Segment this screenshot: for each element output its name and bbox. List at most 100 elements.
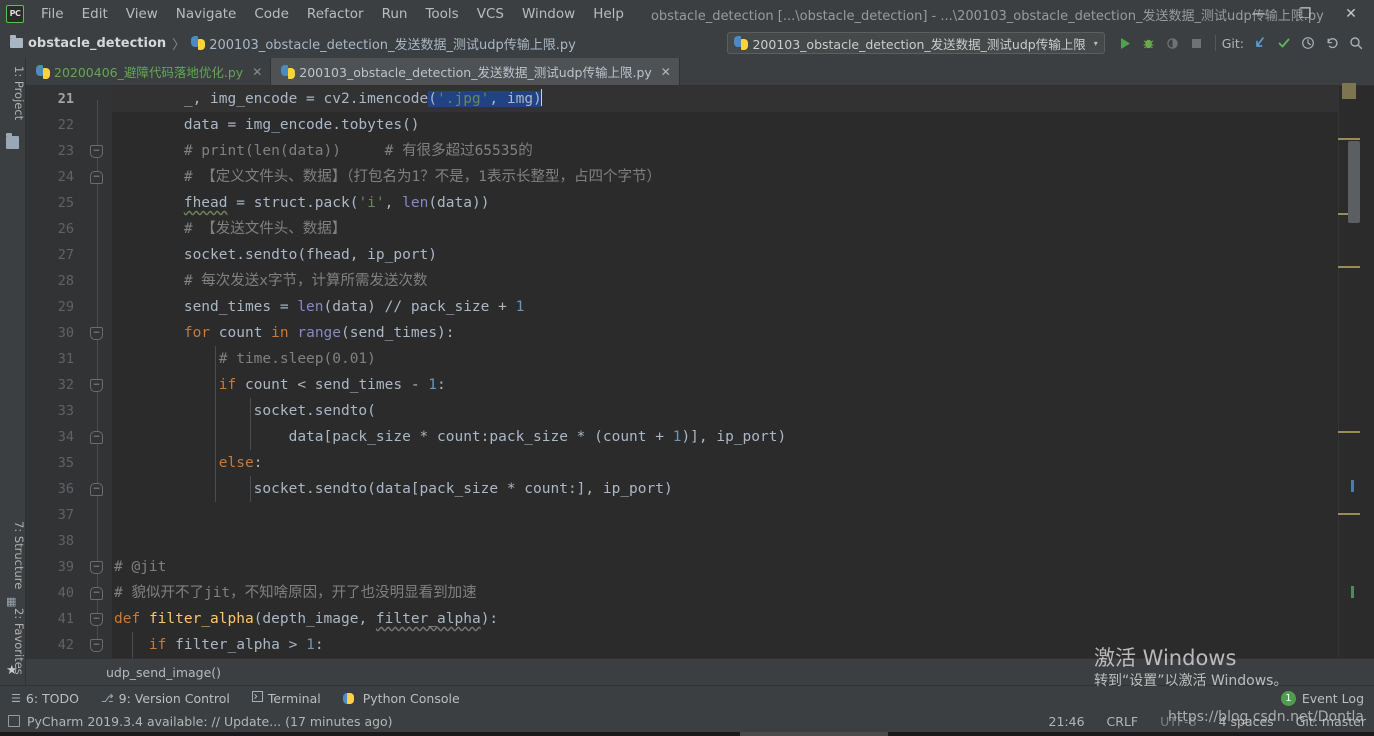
git-commit-icon[interactable] <box>1272 31 1296 55</box>
code-line-38[interactable] <box>112 528 1338 554</box>
fold-toggle-icon[interactable]: − <box>90 639 103 652</box>
code-line-24[interactable]: # 【定义文件头、数据】（打包名为1？不是，1表示长整型，占四个字节） <box>112 164 1338 190</box>
close-button[interactable]: ✕ <box>1328 0 1374 28</box>
menu-item-view[interactable]: View <box>117 0 167 28</box>
search-icon[interactable] <box>1344 31 1368 55</box>
list-icon: ☰ <box>11 691 21 705</box>
close-icon[interactable]: ✕ <box>661 66 671 78</box>
changed-lines-marker <box>1342 83 1356 99</box>
code-line-35[interactable]: else: <box>112 450 1338 476</box>
title-bar: PC File Edit View Navigate Code Refactor… <box>0 0 1374 28</box>
status-message-area[interactable]: PyCharm 2019.3.4 available: // Update...… <box>0 714 393 729</box>
menu-item-refactor[interactable]: Refactor <box>298 0 373 28</box>
stop-icon <box>1185 31 1209 55</box>
code-line-33[interactable]: socket.sendto( <box>112 398 1338 424</box>
fold-toggle-icon[interactable]: − <box>90 483 103 496</box>
debug-icon[interactable] <box>1137 31 1161 55</box>
status-git-branch[interactable]: Git: master <box>1296 714 1366 729</box>
menu-item-tools[interactable]: Tools <box>416 0 467 28</box>
editor-tab-bar: 20200406_避障代码落地优化.py ✕ 200103_obstacle_d… <box>26 58 1374 86</box>
editor-tab-1[interactable]: 200103_obstacle_detection_发送数据_测试udp传输上限… <box>271 58 680 85</box>
coverage-icon[interactable] <box>1161 31 1185 55</box>
git-update-icon[interactable] <box>1248 31 1272 55</box>
sidebar-item-project[interactable]: 1: Project <box>0 62 26 124</box>
status-line-separator[interactable]: CRLF <box>1107 714 1139 729</box>
tool-window-version-control[interactable]: ⎇ 9: Version Control <box>90 686 241 711</box>
menu-item-file[interactable]: File <box>32 0 73 28</box>
code-line-34[interactable]: data[pack_size * count:pack_size * (coun… <box>112 424 1338 450</box>
fold-toggle-icon[interactable]: − <box>90 613 103 626</box>
breadcrumb-project[interactable]: obstacle_detection <box>28 36 166 51</box>
fold-toggle-icon[interactable]: − <box>90 379 103 392</box>
status-indent[interactable]: 4 spaces <box>1219 714 1274 729</box>
taskbar-active-item[interactable] <box>740 732 888 736</box>
status-bar: PyCharm 2019.3.4 available: // Update...… <box>0 710 1374 732</box>
branch-icon: ⎇ <box>100 691 114 705</box>
menu-item-vcs[interactable]: VCS <box>468 0 513 28</box>
line-number: 26 <box>57 221 74 237</box>
code-line-31[interactable]: # time.sleep(0.01) <box>112 346 1338 372</box>
warning-marker <box>1338 431 1360 433</box>
run-button[interactable] <box>1113 31 1137 55</box>
code-editor[interactable]: 21 22 23 24 25 26 27 28 29 30 31 32 33 34 35 36 37 38 39 40… <box>26 83 1374 658</box>
status-time: 21:46 <box>1048 713 1085 729</box>
line-number: 28 <box>57 273 74 289</box>
close-icon[interactable]: ✕ <box>252 66 262 78</box>
menu-item-edit[interactable]: Edit <box>73 0 117 28</box>
fold-toggle-icon[interactable]: − <box>90 587 103 600</box>
menu-item-navigate[interactable]: Navigate <box>167 0 246 28</box>
sidebar-item-structure[interactable]: 7: Structure <box>0 517 26 593</box>
status-indicators: 21:46 CRLF UTF-8 4 spaces Git: master <box>1049 714 1367 729</box>
code-line-36[interactable]: socket.sendto(data[pack_size * count:], … <box>112 476 1338 502</box>
status-message[interactable]: PyCharm 2019.3.4 available: // Update...… <box>27 714 393 729</box>
menu-item-run[interactable]: Run <box>373 0 417 28</box>
code-line-28[interactable]: # 每次发送x字节，计算所需发送次数 <box>112 268 1338 294</box>
text-caret <box>540 89 542 106</box>
editor-scrollbar-thumb[interactable] <box>1348 141 1360 223</box>
fold-toggle-icon[interactable]: − <box>90 171 103 184</box>
code-line-30[interactable]: for count in range(send_times): <box>112 320 1338 346</box>
fold-toggle-icon[interactable]: − <box>90 145 103 158</box>
editor-gutter[interactable]: 21 22 23 24 25 26 27 28 29 30 31 32 33 34 35 36 37 38 39 40… <box>26 86 112 658</box>
status-encoding[interactable]: UTF-8 <box>1160 714 1196 729</box>
fold-toggle-icon[interactable]: − <box>90 561 103 574</box>
code-line-21[interactable]: _, img_encode = cv2.imencode('.jpg', img… <box>112 86 1338 112</box>
code-line-23[interactable]: # print(len(data)) # 有很多超过65535的 <box>112 138 1338 164</box>
tool-window-python-console[interactable]: Python Console <box>332 686 471 711</box>
warning-marker <box>1338 266 1360 268</box>
maximize-button[interactable]: ❐ <box>1282 0 1328 28</box>
code-line-42[interactable]: if filter_alpha > 1: <box>112 632 1338 658</box>
code-line-22[interactable]: data = img_encode.tobytes() <box>112 112 1338 138</box>
breadcrumb-file[interactable]: 200103_obstacle_detection_发送数据_测试udp传输上限… <box>209 34 576 53</box>
editor-marker-bar[interactable] <box>1338 83 1374 658</box>
code-line-40[interactable]: # 貌似开不了jit，不知啥原因，开了也没明显看到加速 <box>112 580 1338 606</box>
line-number: 39 <box>57 559 74 575</box>
code-line-29[interactable]: send_times = len(data) // pack_size + 1 <box>112 294 1338 320</box>
minimize-button[interactable]: — <box>1236 0 1282 28</box>
tool-window-todo[interactable]: ☰ 6: TODO <box>0 686 90 711</box>
code-line-37[interactable] <box>112 502 1338 528</box>
fold-toggle-icon[interactable]: − <box>90 431 103 444</box>
menu-item-window[interactable]: Window <box>513 0 584 28</box>
main-menu: File Edit View Navigate Code Refactor Ru… <box>32 0 633 28</box>
git-history-icon[interactable] <box>1296 31 1320 55</box>
code-content[interactable]: _, img_encode = cv2.imencode('.jpg', img… <box>112 86 1338 658</box>
menu-item-help[interactable]: Help <box>584 0 633 28</box>
code-line-25[interactable]: fhead = struct.pack('i', len(data)) <box>112 190 1338 216</box>
git-rollback-icon[interactable] <box>1320 31 1344 55</box>
project-folder-icon[interactable] <box>6 133 19 149</box>
tool-window-terminal[interactable]: Terminal <box>241 686 332 711</box>
editor-breadcrumb-function[interactable]: udp_send_image() <box>106 665 221 680</box>
window-controls: — ❐ ✕ <box>1236 0 1374 28</box>
code-line-26[interactable]: # 【发送文件头、数据】 <box>112 216 1338 242</box>
editor-tab-0[interactable]: 20200406_避障代码落地优化.py ✕ <box>26 58 272 85</box>
run-configuration-selector[interactable]: 200103_obstacle_detection_发送数据_测试udp传输上限… <box>727 32 1105 54</box>
code-line-41[interactable]: def filter_alpha(depth_image, filter_alp… <box>112 606 1338 632</box>
code-line-27[interactable]: socket.sendto(fhead, ip_port) <box>112 242 1338 268</box>
event-log-button[interactable]: 1 Event Log <box>1280 690 1364 706</box>
menu-item-code[interactable]: Code <box>245 0 298 28</box>
fold-toggle-icon[interactable]: − <box>90 327 103 340</box>
line-number: 31 <box>57 351 74 367</box>
code-line-39[interactable]: # @jit <box>112 554 1338 580</box>
code-line-32[interactable]: if count < send_times - 1: <box>112 372 1338 398</box>
